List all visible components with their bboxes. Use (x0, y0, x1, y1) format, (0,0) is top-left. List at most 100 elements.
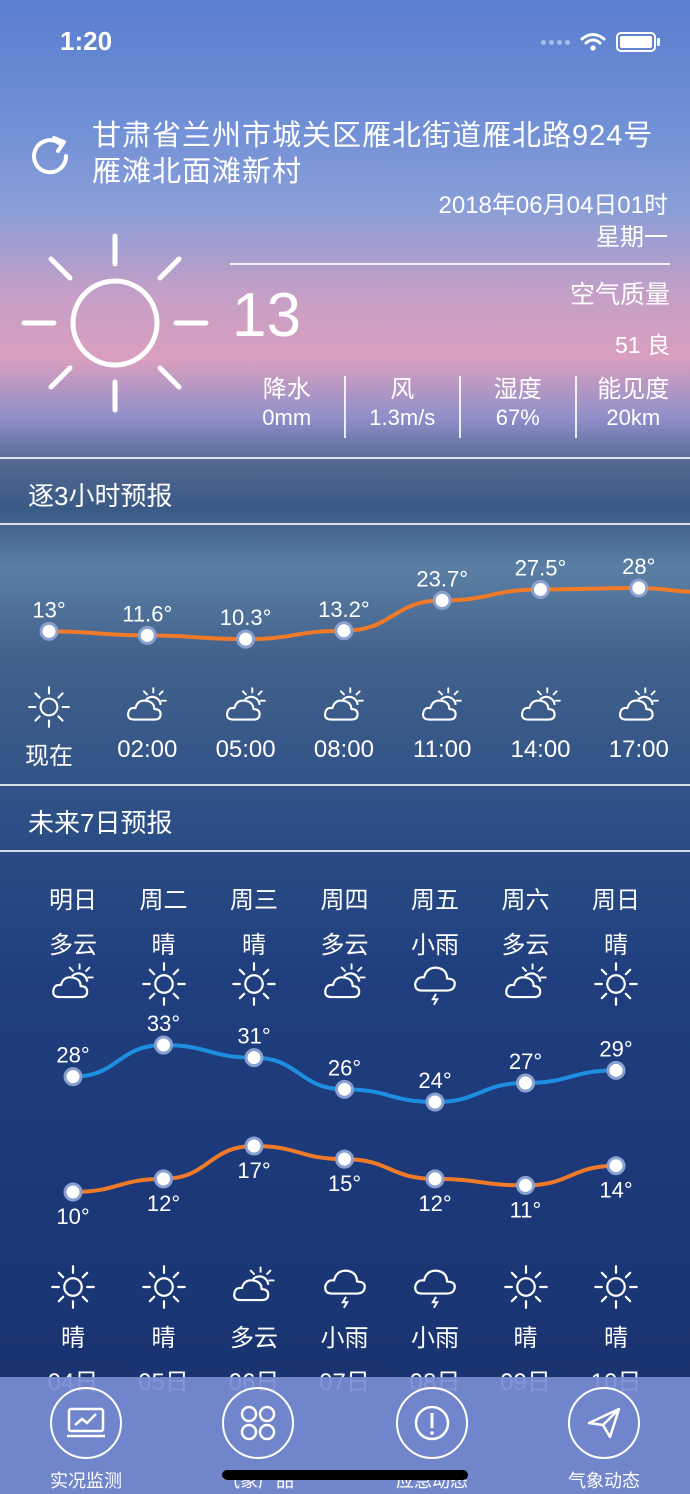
observation-time: 2018年06月04日01时 (438, 192, 668, 219)
partly-cloudy-icon (295, 684, 393, 730)
tab-news[interactable]: 气象动态 (534, 1387, 674, 1493)
stat-precipitation: 降水 0mm (230, 376, 346, 438)
night-weather: 晴 (513, 1325, 538, 1352)
daily-temp-chart: 28° 33° 31° 26° 24° 27° 29° 10° 12° 17° 15° 12° 11° 1… (56, 1011, 632, 1229)
day-name: 周二 (139, 887, 188, 914)
hourly-temp-label: 10.3° (220, 605, 272, 630)
sun-icon (571, 960, 661, 1008)
high-temp-label: 29° (599, 1036, 632, 1061)
wifi-icon (580, 33, 606, 51)
alert-icon (396, 1387, 468, 1459)
night-weather: 晴 (61, 1325, 85, 1352)
low-temp-point (425, 1169, 445, 1189)
hourly-temp-chart: 13° 11.6° 10.3° 13.2° 23.7° 27.5° 28° (32, 554, 690, 649)
rain-icon (390, 960, 480, 1008)
air-quality-value: 51 良 (615, 332, 670, 358)
night-weather: 小雨 (320, 1325, 369, 1352)
divider (230, 263, 670, 265)
sun-icon (481, 1263, 571, 1311)
low-temp-label: 10° (56, 1204, 89, 1229)
partly-cloudy-icon (28, 960, 118, 1008)
night-weather: 小雨 (411, 1325, 459, 1352)
hourly-temp-label: 11.6° (122, 601, 172, 626)
air-quality-label: 空气质量 (569, 281, 670, 309)
low-temp-label: 14° (599, 1178, 632, 1203)
hour-label: 14:00 (510, 736, 571, 763)
stat-wind: 风 1.3m/s (346, 376, 461, 438)
signal-icon (541, 39, 570, 45)
day-weather: 小雨 (411, 932, 459, 959)
day-name: 周六 (501, 887, 550, 914)
day-name: 周日 (592, 887, 640, 914)
partly-cloudy-icon (393, 684, 491, 730)
high-temp-point (244, 1048, 264, 1068)
day-weather: 晴 (151, 932, 176, 959)
day-name: 明日 (49, 887, 97, 914)
day-name: 周五 (411, 887, 459, 914)
high-temp-point (425, 1092, 445, 1112)
high-temp-label: 26° (328, 1055, 361, 1080)
divider (0, 523, 690, 525)
high-temp-point (606, 1060, 626, 1080)
refresh-icon[interactable] (26, 132, 74, 180)
hour-label: 17:00 (608, 736, 669, 763)
day-weather: 多云 (49, 932, 97, 959)
low-temp-point (606, 1156, 626, 1176)
stat-visibility: 能见度 20km (597, 376, 670, 430)
high-temp-label: 33° (147, 1011, 180, 1036)
rain-icon (300, 1263, 390, 1311)
high-temp-label: 31° (237, 1024, 270, 1049)
stat-humidity: 湿度 67% (461, 376, 577, 438)
weekday: 星期一 (596, 224, 668, 251)
status-icons (541, 32, 660, 52)
high-temp-point (63, 1067, 83, 1087)
hourly-temp-point (137, 625, 157, 645)
high-temp-label: 27° (509, 1049, 542, 1074)
hourly-temp-point (432, 590, 452, 610)
partly-cloudy-icon (197, 684, 295, 730)
partly-cloudy-icon (98, 684, 196, 730)
hourly-temp-point (334, 621, 354, 641)
hourly-temp-label: 27.5° (515, 555, 567, 580)
partly-cloudy-icon (300, 960, 390, 1008)
sun-icon (209, 960, 299, 1008)
hourly-time-labels: 现在 02:00 05:00 08:00 11:00 14:00 17:00 (0, 736, 690, 770)
high-temp-point (516, 1073, 535, 1093)
night-weather: 晴 (151, 1325, 176, 1352)
hourly-temp-point (39, 621, 59, 641)
sun-icon (0, 684, 98, 730)
hourly-icons (0, 684, 690, 732)
tab-label: 气象动态 (568, 1471, 640, 1491)
sun-icon (119, 960, 209, 1008)
night-weather: 晴 (604, 1325, 628, 1352)
low-temp-label: 15° (328, 1171, 361, 1196)
current-datetime: 2018年06月04日01时 星期一 (439, 190, 668, 254)
tab-monitoring[interactable]: 实况监测 (16, 1387, 156, 1493)
high-temp-label: 28° (56, 1043, 89, 1068)
home-indicator (222, 1470, 468, 1480)
day-weather: 多云 (320, 932, 369, 959)
low-temp-point (335, 1149, 354, 1169)
hourly-temp-label: 23.7° (416, 566, 468, 591)
hourly-temp-label: 28° (622, 554, 655, 579)
hourly-temp-point (629, 578, 649, 598)
hour-label: 02:00 (117, 736, 178, 763)
high-temp-point (335, 1079, 354, 1099)
send-icon (568, 1387, 640, 1459)
hourly-temp-point (236, 629, 256, 649)
low-temp-label: 11° (510, 1197, 542, 1222)
daily-title: 未来7日预报 (28, 808, 173, 838)
day-name: 周三 (230, 887, 278, 914)
partly-cloudy-icon (209, 1263, 299, 1311)
low-temp-label: 12° (418, 1191, 451, 1216)
low-temp-point (516, 1175, 535, 1195)
hour-label: 08:00 (313, 736, 374, 763)
day-weather: 多云 (501, 932, 550, 959)
sun-icon (571, 1263, 661, 1311)
battery-icon (616, 32, 660, 52)
current-stats: 降水 0mm 风 1.3m/s 湿度 67% 能见度 20km (230, 376, 690, 438)
hour-label: 11:00 (413, 736, 472, 763)
sun-icon (21, 233, 209, 413)
current-temperature: 13 (232, 281, 301, 350)
hourly-temp-label: 13.2° (318, 597, 370, 622)
